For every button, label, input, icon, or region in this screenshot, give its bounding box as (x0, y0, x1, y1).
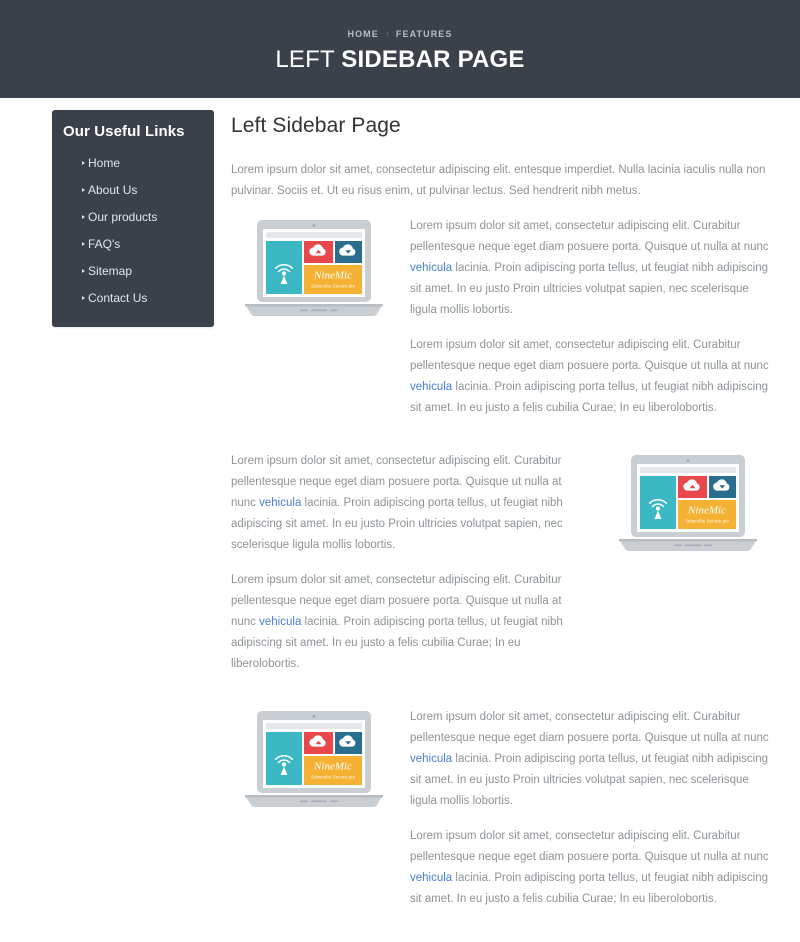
caret-right-icon (82, 241, 85, 246)
page-container: Our Useful Links Home About Us Our produ… (0, 98, 800, 942)
paragraph: Lorem ipsum dolor sit amet, consectetur … (410, 826, 770, 910)
paragraph: Lorem ipsum dolor sit amet, consectetur … (410, 335, 770, 419)
page-title: LEFT SIDEBAR PAGE (275, 46, 524, 74)
list-item: FAQ's (52, 230, 214, 257)
media-block-3: NineMic Subscribe Secure pto Lorem ipsum… (231, 707, 770, 910)
sidebar-item-label: FAQ's (88, 236, 121, 251)
svg-text:NineMic: NineMic (313, 270, 352, 282)
paragraph-text: lacinia. Proin adipiscing porta tellus, … (410, 262, 769, 316)
breadcrumb-item-home[interactable]: HOME (347, 29, 378, 39)
vehicula-link[interactable]: vehicula (410, 262, 452, 274)
paragraph-text: Lorem ipsum dolor sit amet, consectetur … (410, 711, 769, 744)
media-body: Lorem ipsum dolor sit amet, consectetur … (410, 216, 770, 419)
sidebar-item-our-products[interactable]: Our products (52, 203, 214, 230)
list-item: About Us (52, 176, 214, 203)
list-item: Our products (52, 203, 214, 230)
sidebar-item-contact-us[interactable]: Contact Us (52, 284, 214, 311)
sidebar-item-faqs[interactable]: FAQ's (52, 230, 214, 257)
svg-text:Subscribe Secure pto: Subscribe Secure pto (310, 775, 355, 780)
media-body: Lorem ipsum dolor sit amet, consectetur … (410, 707, 770, 910)
page-title-light: LEFT (275, 45, 342, 73)
useful-links-widget: Our Useful Links Home About Us Our produ… (52, 110, 214, 327)
paragraph-text: lacinia. Proin adipiscing porta tellus, … (410, 753, 769, 807)
list-item: Home (52, 149, 214, 176)
paragraph: Lorem ipsum dolor sit amet, consectetur … (231, 451, 587, 556)
breadcrumb-separator-icon: › (385, 28, 389, 38)
vehicula-link[interactable]: vehicula (259, 497, 301, 509)
paragraph-text: Lorem ipsum dolor sit amet, consectetur … (410, 339, 769, 372)
caret-right-icon (82, 295, 85, 300)
sidebar-link-list: Home About Us Our products FAQ's Sitemap… (52, 149, 214, 311)
sidebar: Our Useful Links Home About Us Our produ… (52, 110, 214, 327)
svg-text:NineMic: NineMic (313, 761, 352, 773)
svg-text:Subscribe Secure pto: Subscribe Secure pto (684, 519, 729, 524)
paragraph: Lorem ipsum dolor sit amet, consectetur … (410, 707, 770, 812)
sidebar-item-label: Sitemap (88, 263, 133, 278)
sidebar-item-label: About Us (88, 182, 138, 197)
list-item: Sitemap (52, 257, 214, 284)
breadcrumb-item-features: FEATURES (395, 28, 453, 39)
caret-right-icon (82, 160, 85, 165)
media-body: Lorem ipsum dolor sit amet, consectetur … (231, 451, 591, 675)
paragraph-text: lacinia. Proin adipiscing porta tellus, … (410, 381, 769, 414)
widget-title: Our Useful Links (63, 123, 185, 140)
caret-right-icon (82, 214, 85, 219)
vehicula-link[interactable]: vehicula (410, 872, 452, 884)
list-item: Contact Us (52, 284, 214, 311)
paragraph: Lorem ipsum dolor sit amet, consectetur … (231, 570, 587, 675)
content-heading: Left Sidebar Page (231, 114, 401, 137)
paragraph: Lorem ipsum dolor sit amet, consectetur … (410, 216, 770, 321)
page-title-bold: SIDEBAR PAGE (341, 45, 525, 73)
sidebar-item-label: Contact Us (88, 290, 148, 305)
laptop-illustration-icon: NineMic Subscribe Secure pto (613, 453, 763, 557)
paragraph-text: Lorem ipsum dolor sit amet, consectetur … (410, 830, 769, 863)
laptop-illustration-icon: NineMic Subscribe Secure pto (239, 218, 389, 322)
vehicula-link[interactable]: vehicula (410, 753, 452, 765)
paragraph-text: Lorem ipsum dolor sit amet, consectetur … (410, 220, 769, 253)
main-content: Left Sidebar Page Lorem ipsum dolor sit … (214, 110, 770, 942)
sidebar-item-label: Home (88, 155, 121, 170)
vehicula-link[interactable]: vehicula (259, 616, 301, 628)
page-banner: HOME › FEATURES LEFT SIDEBAR PAGE (0, 0, 800, 98)
svg-text:NineMic: NineMic (687, 505, 726, 517)
intro-paragraph: Lorem ipsum dolor sit amet, consectetur … (231, 164, 766, 197)
media-block-2: NineMic Subscribe Secure pto Lorem ipsum… (231, 451, 770, 675)
caret-right-icon (82, 187, 85, 192)
laptop-figure: NineMic Subscribe Secure pto (605, 451, 770, 557)
sidebar-item-label: Our products (88, 209, 158, 224)
paragraph-text: lacinia. Proin adipiscing porta tellus, … (410, 872, 769, 905)
sidebar-item-sitemap[interactable]: Sitemap (52, 257, 214, 284)
laptop-illustration-icon: NineMic Subscribe Secure pto (239, 709, 389, 813)
media-block-1: NineMic Subscribe Secure pto Lorem ipsum… (231, 216, 770, 419)
laptop-figure: NineMic Subscribe Secure pto (231, 707, 396, 813)
vehicula-link[interactable]: vehicula (410, 381, 452, 393)
svg-text:Subscribe Secure pto: Subscribe Secure pto (310, 284, 355, 289)
caret-right-icon (82, 268, 85, 273)
sidebar-item-about-us[interactable]: About Us (52, 176, 214, 203)
breadcrumb: HOME › FEATURES (347, 29, 452, 39)
sidebar-item-home[interactable]: Home (52, 149, 214, 176)
content-row: Our Useful Links Home About Us Our produ… (0, 98, 800, 942)
laptop-figure: NineMic Subscribe Secure pto (231, 216, 396, 322)
